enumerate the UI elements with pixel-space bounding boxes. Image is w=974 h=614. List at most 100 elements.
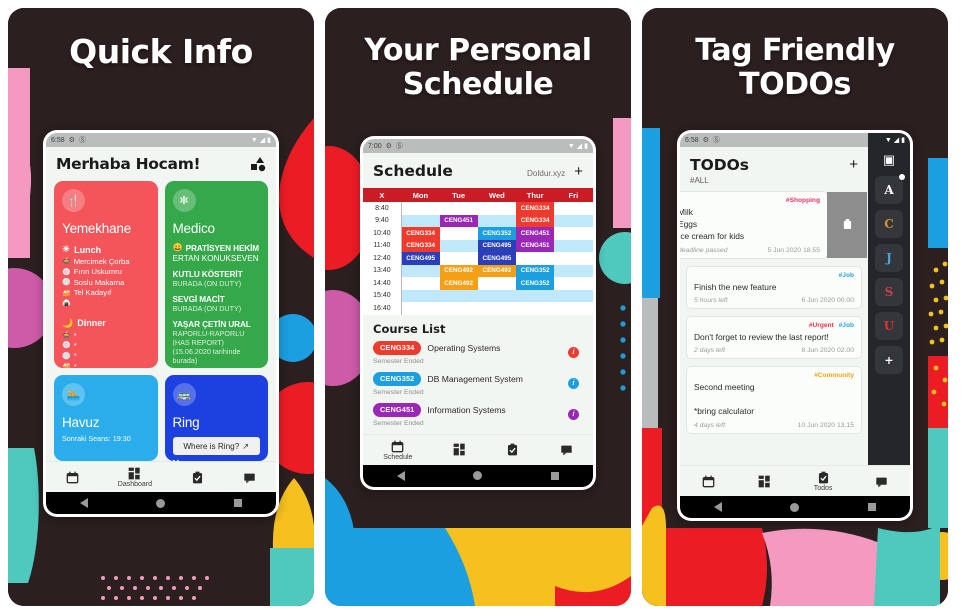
nav-tab-dashboard[interactable] xyxy=(453,443,466,457)
back-icon[interactable] xyxy=(714,502,723,512)
phone-screen-schedule: 7:00 ⚙ Ⓢ ▼ ◢ ▮ Schedule Doldur.xyz + X M… xyxy=(363,139,593,487)
info-icon[interactable]: i xyxy=(568,377,579,389)
schedule-cell-course[interactable]: CENG495 xyxy=(477,252,516,265)
todo-card-community[interactable]: #Community Second meeting *bring calcula… xyxy=(686,365,862,434)
nav-tab-chat[interactable] xyxy=(875,475,888,489)
signal-icon: ◢ xyxy=(259,137,266,144)
tag-button-a[interactable]: A xyxy=(875,174,905,204)
staff-name: YAŞAR ÇETİN URAL xyxy=(172,320,251,329)
nav-tab-schedule[interactable] xyxy=(702,475,715,489)
course-code-badge: CENG352 xyxy=(373,371,422,386)
course-name: Information Systems xyxy=(427,404,506,415)
schedule-cell-course[interactable]: CENG334 xyxy=(401,227,440,240)
store-panel-schedule: Your Personal Schedule 7:00 ⚙ Ⓢ ▼ ◢ ▮ Sc… xyxy=(325,8,631,606)
schedule-cell-course[interactable]: CENG492 xyxy=(477,264,516,277)
document-icon[interactable]: ▣ xyxy=(883,152,895,168)
schedule-cell-course[interactable]: CENG451 xyxy=(516,239,555,252)
recents-icon[interactable] xyxy=(867,503,876,511)
add-button[interactable]: + xyxy=(849,157,858,171)
staff-status: RAPORLU-RAPORLU (HAS REPORT) (15.06.2020… xyxy=(172,329,245,365)
where-is-ring-button[interactable]: Where is Ring? ↗ xyxy=(172,437,260,455)
delete-action[interactable] xyxy=(827,192,867,258)
todo-deadline-state: 5 hours left xyxy=(694,296,728,304)
schedule-cell-course[interactable]: CENG334 xyxy=(516,202,555,215)
todo-tag[interactable]: #Urgent xyxy=(809,322,834,329)
course-name: Operating Systems xyxy=(427,342,501,353)
home-icon[interactable] xyxy=(473,471,483,480)
card-yemekhane[interactable]: 🍴 Yemekhane ☀ Lunch 🍲 Mercimek Çorba 🍥 Fır… xyxy=(54,181,158,368)
food-icon: 🍙 xyxy=(62,299,71,307)
ring-more-label: Mor: xyxy=(173,459,261,461)
card-havuz[interactable]: 🏊 Havuz Sonraki Seans: 19:30 xyxy=(54,375,158,461)
card-ring[interactable]: 🚌 Ring Where is Ring? ↗ Mor: xyxy=(164,375,268,461)
nav-tab-chat[interactable] xyxy=(243,471,256,485)
page-title: TODOs xyxy=(690,156,750,174)
home-icon[interactable] xyxy=(790,502,800,512)
schedule-cell-course[interactable]: CENG334 xyxy=(516,214,555,227)
todo-tag[interactable]: #Community xyxy=(814,372,854,379)
nav-tab-schedule[interactable]: Schedule xyxy=(383,440,412,461)
todo-body: Milk Eggs Ice cream for kids xyxy=(680,207,745,242)
schedule-cell-course[interactable]: CENG495 xyxy=(401,252,440,265)
nav-tab-todos[interactable] xyxy=(506,443,519,457)
todo-card-shopping[interactable]: #Shopping Milk Eggs Ice cream for kids d… xyxy=(680,191,867,259)
list-item[interactable]: CENG334 Operating Systems Semester Ended… xyxy=(373,340,583,365)
recents-icon[interactable] xyxy=(233,499,242,507)
schedule-cell-empty xyxy=(401,302,439,315)
tag-button-c[interactable]: C xyxy=(875,210,903,238)
info-icon[interactable]: i xyxy=(568,346,579,358)
schedule-cell-empty xyxy=(401,277,439,290)
schedule-cell-course[interactable]: CENG492 xyxy=(439,264,478,277)
status-bar: 6:58 ⚙ Ⓢ ▼ ◢ ▮ xyxy=(46,133,276,147)
todo-tag[interactable]: #Job xyxy=(839,322,854,329)
bus-icon: 🚌 xyxy=(172,383,196,406)
schedule-cell-empty xyxy=(477,214,516,227)
back-icon[interactable] xyxy=(80,498,89,508)
nav-tab-todos[interactable]: Todos xyxy=(814,471,832,492)
schedule-cell-empty xyxy=(401,264,440,277)
clipboard-check-icon xyxy=(818,471,828,484)
schedule-cell-course[interactable]: CENG352 xyxy=(477,227,516,240)
nav-tab-dashboard[interactable]: Dashboard xyxy=(118,467,152,488)
status-indicators: ▼ ◢ ▮ xyxy=(251,136,271,145)
tag-button-u[interactable]: U xyxy=(875,312,903,340)
nav-tab-chat[interactable] xyxy=(560,443,573,457)
todo-card-urgent[interactable]: #Urgent #Job Don't forget to review the … xyxy=(686,315,862,359)
trash-icon xyxy=(843,219,851,230)
status-time: 6:58 xyxy=(51,136,65,144)
back-icon[interactable] xyxy=(397,470,406,481)
tag-button-s[interactable]: S xyxy=(875,278,903,306)
schedule-cell-course[interactable]: CENG334 xyxy=(401,239,440,252)
nav-tab-dashboard[interactable] xyxy=(758,475,771,489)
schedule-cell-course[interactable]: CENG492 xyxy=(439,277,478,290)
schedule-cell-empty xyxy=(477,289,516,302)
card-medico[interactable]: ✻ Medico 😀 PRATİSYEN HEKİM ERTAN KONUKSE… xyxy=(164,181,268,368)
recents-icon[interactable] xyxy=(550,471,559,480)
schedule-cell-empty xyxy=(554,277,592,290)
schedule-cell-course[interactable]: CENG451 xyxy=(439,214,478,227)
list-item[interactable]: CENG451 Information Systems Semester End… xyxy=(373,402,583,427)
table-row: 16:40 xyxy=(363,302,593,315)
schedule-cell-course[interactable]: CENG352 xyxy=(516,277,555,290)
external-link-icon: ↗ xyxy=(242,442,250,451)
android-nav-bar xyxy=(680,496,910,518)
schedule-cell-course[interactable]: CENG495 xyxy=(477,239,516,252)
wifi-icon: ▼ xyxy=(567,142,575,150)
food-icon: 🍲 xyxy=(62,258,71,266)
course-list-title: Course List xyxy=(373,321,446,336)
info-icon[interactable]: i xyxy=(568,408,579,420)
nav-tab-todos[interactable] xyxy=(191,471,204,485)
add-button[interactable]: + xyxy=(574,164,583,178)
add-tag-button[interactable]: + xyxy=(875,346,903,374)
schedule-cell-course[interactable]: CENG352 xyxy=(516,264,555,277)
list-item[interactable]: CENG352 DB Management System Semester En… xyxy=(373,371,583,396)
todo-card-job[interactable]: #Job Finish the new feature 5 hours left… xyxy=(686,265,862,309)
tag-button-j[interactable]: J xyxy=(875,244,903,272)
nav-tab-schedule[interactable] xyxy=(66,471,79,485)
todo-deadline-state: deadline passed xyxy=(680,246,728,254)
home-icon[interactable] xyxy=(156,498,166,508)
course-name: DB Management System xyxy=(427,373,523,384)
todo-tag[interactable]: #Job xyxy=(839,272,854,279)
todo-tag[interactable]: #Shopping xyxy=(786,197,820,204)
schedule-cell-course[interactable]: CENG451 xyxy=(516,227,555,240)
